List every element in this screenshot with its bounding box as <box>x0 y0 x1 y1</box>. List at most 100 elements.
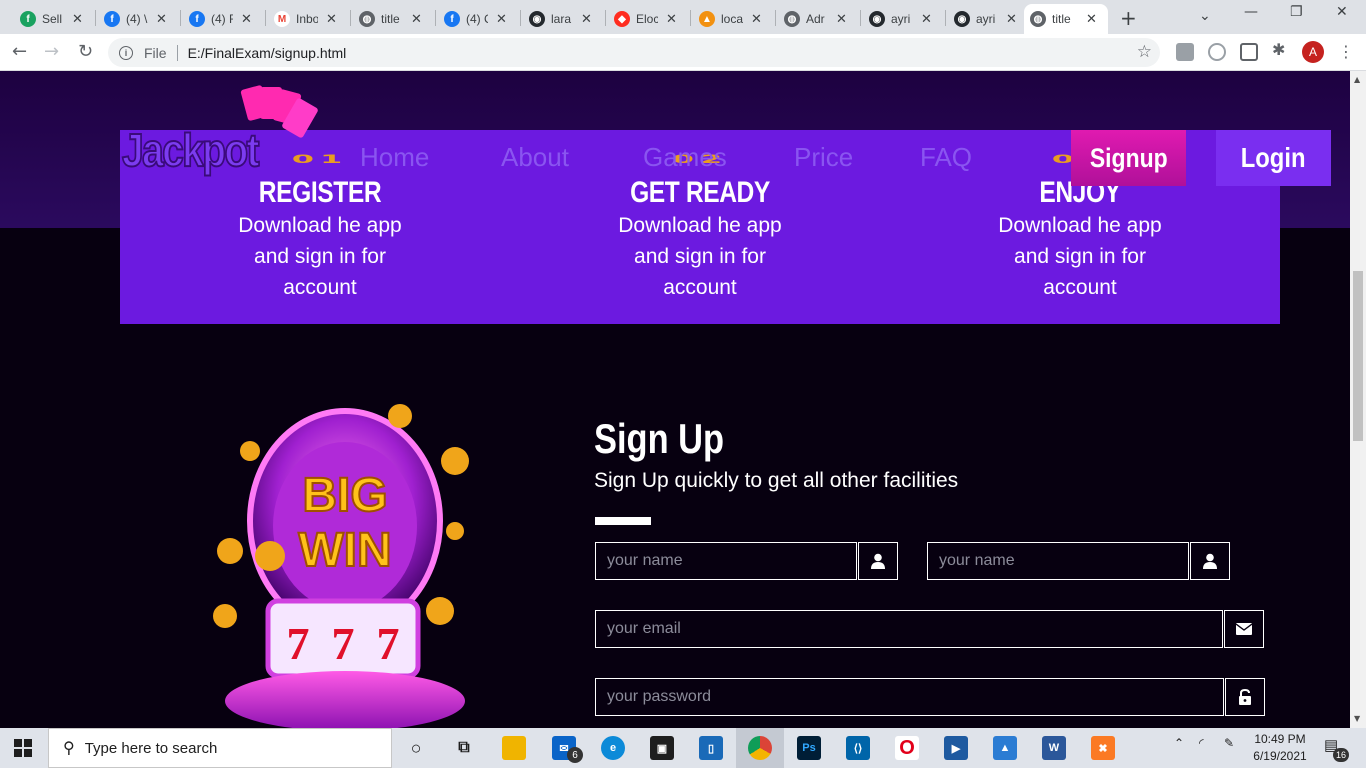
close-tab-icon[interactable]: ✕ <box>72 11 83 27</box>
last-name-input[interactable] <box>927 542 1189 580</box>
info-icon[interactable]: i <box>119 45 133 60</box>
forward-arrow-icon[interactable]: → <box>44 41 59 62</box>
github-icon: ◉ <box>869 11 885 27</box>
word-icon[interactable]: W <box>1042 736 1066 760</box>
password-input[interactable] <box>595 678 1224 716</box>
browser-tab[interactable]: M Inbo ✕ <box>268 4 343 34</box>
browser-tab[interactable]: f (4) F ✕ <box>183 4 258 34</box>
nav-about[interactable]: About <box>501 142 569 173</box>
browser-tab[interactable]: f Sell ✕ <box>14 4 89 34</box>
new-tab-button[interactable]: + <box>1120 6 1137 30</box>
task-view-icon[interactable]: ⧉ <box>452 736 476 760</box>
tab-title: ayri <box>976 12 996 26</box>
browser-tab[interactable]: ◉ ayri ✕ <box>948 4 1023 34</box>
close-tab-icon[interactable]: ✕ <box>751 11 762 27</box>
extension-icon[interactable] <box>1208 43 1226 61</box>
close-tab-icon[interactable]: ✕ <box>1086 11 1097 27</box>
close-tab-icon[interactable]: ✕ <box>581 11 592 27</box>
scrollbar-thumb[interactable] <box>1353 271 1363 441</box>
vscode-icon[interactable]: ⟨⟩ <box>846 736 870 760</box>
system-clock[interactable]: 10:49 PM 6/19/2021 <box>1250 731 1310 765</box>
browser-tab[interactable]: ◍ Adr ✕ <box>778 4 853 34</box>
close-tab-icon[interactable]: ✕ <box>921 11 932 27</box>
slot-machine-illustration: BIG WIN 7 7 7 <box>213 404 469 728</box>
opera-icon[interactable]: O <box>895 736 919 760</box>
reload-icon[interactable]: ↻ <box>78 41 93 62</box>
tab-search-icon[interactable]: ⌄ <box>1199 8 1211 24</box>
close-tab-icon[interactable]: ✕ <box>666 11 677 27</box>
laravel-icon: ◆ <box>614 11 630 27</box>
pen-icon[interactable]: ✎ <box>1224 736 1234 750</box>
page-scrollbar[interactable]: ▲ ▼ <box>1350 71 1366 728</box>
site-logo[interactable]: Jackpot <box>121 123 260 177</box>
xampp-icon[interactable]: ✖ <box>1091 736 1115 760</box>
nav-games[interactable]: Games <box>643 142 727 173</box>
step-text: Download he app and sign in for account <box>998 214 1162 299</box>
edge-icon[interactable]: e <box>601 736 625 760</box>
back-arrow-icon[interactable]: ← <box>12 41 27 62</box>
url-text[interactable]: E:/FinalExam/signup.html <box>188 45 347 61</box>
photoshop-icon[interactable]: Ps <box>797 736 821 760</box>
network-icon[interactable]: ◜ <box>1199 736 1204 750</box>
login-button[interactable]: Login <box>1216 130 1331 186</box>
media-player-icon[interactable]: ▶ <box>944 736 968 760</box>
address-bar[interactable]: i File E:/FinalExam/signup.html ☆ <box>108 38 1160 67</box>
browser-tab[interactable]: ▲ loca ✕ <box>693 4 768 34</box>
show-hidden-icons-icon[interactable]: ⌃ <box>1174 736 1184 750</box>
signup-title: Sign Up <box>594 415 725 462</box>
github-icon: ◉ <box>529 11 545 27</box>
taskbar-search-box[interactable]: ⚲ Type here to search <box>48 728 392 768</box>
tab-title: Eloc <box>636 12 658 26</box>
svg-text:BIG: BIG <box>302 469 387 522</box>
svg-text:7: 7 <box>287 618 310 669</box>
user-icon <box>858 542 898 580</box>
close-tab-icon[interactable]: ✕ <box>411 11 422 27</box>
photos-icon[interactable]: ▲ <box>993 736 1017 760</box>
close-tab-icon[interactable]: ✕ <box>241 11 252 27</box>
envelope-icon <box>1224 610 1264 648</box>
signup-button[interactable]: Signup <box>1071 130 1186 186</box>
nav-price[interactable]: Price <box>794 142 853 173</box>
browser-tab[interactable]: ◍ title ✕ <box>353 4 428 34</box>
chrome-icon[interactable] <box>748 736 772 760</box>
profile-avatar[interactable]: A <box>1302 41 1324 63</box>
tab-title: (4) F <box>211 12 233 26</box>
nav-home[interactable]: Home <box>360 142 429 173</box>
tab-title: (4) C <box>466 12 488 26</box>
puzzle-extensions-icon[interactable]: ✱ <box>1272 40 1290 59</box>
file-explorer-icon[interactable] <box>502 736 526 760</box>
facebook-icon: f <box>444 11 460 27</box>
browser-tab[interactable]: ◉ lara ✕ <box>523 4 598 34</box>
close-tab-icon[interactable]: ✕ <box>496 11 507 27</box>
close-window-button[interactable]: ✕ <box>1336 4 1348 20</box>
first-name-field-group <box>595 542 898 580</box>
bookmark-star-icon[interactable]: ☆ <box>1137 42 1152 62</box>
tab-title: Inbo <box>296 12 318 26</box>
restore-button[interactable]: ❐ <box>1290 4 1303 20</box>
cortana-icon[interactable]: ○ <box>404 736 428 760</box>
camera-icon[interactable] <box>1240 43 1258 61</box>
app-icon[interactable]: ▯ <box>699 736 723 760</box>
close-tab-icon[interactable]: ✕ <box>326 11 337 27</box>
browser-tab[interactable]: ◆ Eloc ✕ <box>608 4 683 34</box>
store-icon[interactable]: ▣ <box>650 736 674 760</box>
signup-subtitle: Sign Up quickly to get all other facilit… <box>594 469 959 492</box>
close-tab-icon[interactable]: ✕ <box>156 11 167 27</box>
gmail-icon: M <box>274 11 290 27</box>
browser-tab[interactable]: f (4) \ ✕ <box>98 4 173 34</box>
browser-tab[interactable]: ◉ ayri ✕ <box>863 4 938 34</box>
minimize-button[interactable]: — <box>1244 4 1258 20</box>
pdf-extension-icon[interactable] <box>1176 43 1194 61</box>
email-field-group <box>595 610 1264 648</box>
last-name-field-group <box>927 542 1230 580</box>
close-tab-icon[interactable]: ✕ <box>1006 11 1017 27</box>
close-tab-icon[interactable]: ✕ <box>836 11 847 27</box>
unlock-icon <box>1225 678 1265 716</box>
menu-dots-icon[interactable]: ⋮ <box>1338 42 1354 61</box>
browser-tab-active[interactable]: ◍ title ✕ <box>1024 4 1108 34</box>
windows-start-icon[interactable] <box>14 739 32 757</box>
email-input[interactable] <box>595 610 1223 648</box>
nav-faq[interactable]: FAQ <box>920 142 972 173</box>
first-name-input[interactable] <box>595 542 857 580</box>
browser-tab[interactable]: f (4) C ✕ <box>438 4 513 34</box>
